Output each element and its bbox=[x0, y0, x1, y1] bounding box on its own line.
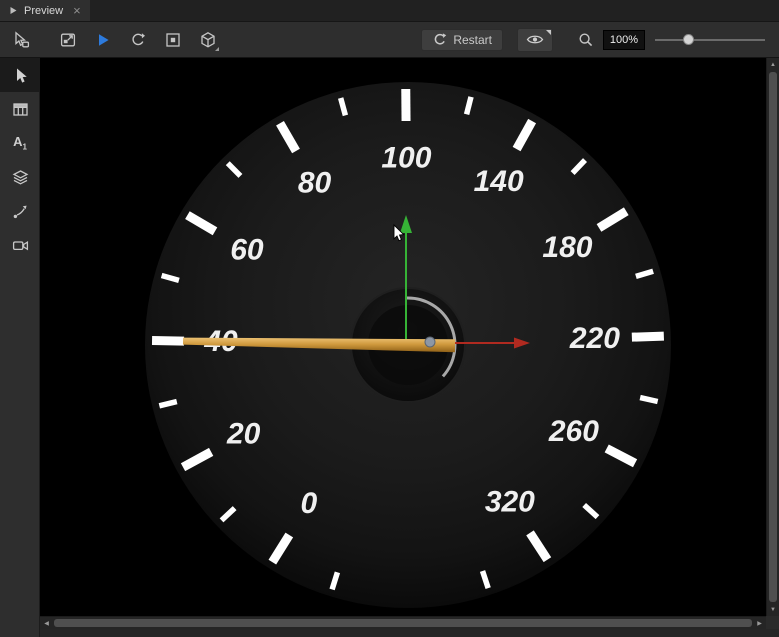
scroll-down-button[interactable]: ▼ bbox=[767, 603, 779, 616]
layers-icon bbox=[12, 169, 29, 186]
tab-preview[interactable]: Preview × bbox=[0, 0, 90, 21]
sidebar-item-text-tool[interactable]: A1 bbox=[0, 126, 40, 160]
tab-bar: Preview × bbox=[0, 0, 779, 22]
rotate-icon bbox=[129, 31, 147, 49]
restart-button[interactable]: Restart bbox=[421, 29, 503, 51]
restart-label: Restart bbox=[453, 33, 492, 47]
visibility-button[interactable] bbox=[517, 28, 553, 52]
horizontal-scrollbar-thumb[interactable] bbox=[54, 619, 752, 627]
svg-text:80: 80 bbox=[298, 167, 332, 200]
gauge-scene: 020406080100140180220260320 bbox=[40, 58, 766, 616]
scrollbar-corner bbox=[766, 616, 779, 629]
preview-canvas[interactable]: 020406080100140180220260320 bbox=[40, 58, 766, 616]
magnifier-icon bbox=[577, 31, 595, 49]
eye-icon bbox=[526, 33, 544, 46]
scroll-left-button[interactable]: ◀ bbox=[40, 617, 53, 629]
vertical-scrollbar[interactable]: ▲ ▼ bbox=[766, 58, 779, 616]
text-a1-icon: A1 bbox=[13, 134, 27, 152]
select-cursor-icon bbox=[12, 31, 30, 49]
toolbar-right-group: Restart bbox=[421, 27, 771, 53]
gizmo-origin-handle[interactable] bbox=[425, 337, 435, 347]
preview-window: Preview × bbox=[0, 0, 779, 637]
zoom-slider[interactable] bbox=[655, 27, 767, 53]
select-pointer-icon bbox=[12, 67, 29, 84]
svg-text:100: 100 bbox=[381, 142, 431, 175]
rotate-view-button[interactable] bbox=[125, 27, 151, 53]
preview-tab-icon bbox=[9, 6, 18, 15]
tab-close-icon[interactable]: × bbox=[73, 4, 81, 17]
scroll-right-button[interactable]: ▶ bbox=[753, 617, 766, 629]
preview-toolbar: Restart bbox=[0, 22, 779, 58]
zoom-button[interactable] bbox=[573, 27, 599, 53]
zoom-slider-handle[interactable] bbox=[683, 34, 694, 45]
restart-icon bbox=[432, 32, 447, 47]
svg-text:320: 320 bbox=[485, 485, 535, 518]
curve-arrow-icon bbox=[12, 203, 29, 220]
zoom-slider-track bbox=[655, 39, 765, 41]
fit-selected-button[interactable] bbox=[160, 27, 186, 53]
tab-label: Preview bbox=[24, 5, 63, 17]
horizontal-scrollbar[interactable]: ◀ ▶ bbox=[40, 616, 766, 629]
svg-text:60: 60 bbox=[230, 234, 264, 267]
cube-3d-button[interactable] bbox=[195, 27, 221, 53]
sidebar-item-table-view[interactable] bbox=[0, 92, 40, 126]
edit-component-button[interactable] bbox=[55, 27, 81, 53]
play-tool-button[interactable] bbox=[90, 27, 116, 53]
edit-component-icon bbox=[59, 31, 77, 49]
play-icon bbox=[94, 31, 112, 49]
vertical-scrollbar-thumb[interactable] bbox=[769, 72, 777, 602]
bottom-strip bbox=[40, 629, 779, 637]
scroll-up-button[interactable]: ▲ bbox=[767, 58, 779, 71]
camera-icon bbox=[12, 237, 29, 254]
zoom-level-field[interactable] bbox=[603, 30, 645, 50]
visibility-dropdown-icon[interactable] bbox=[546, 30, 551, 35]
dropdown-corner-icon bbox=[215, 47, 219, 51]
table-icon bbox=[12, 101, 29, 118]
svg-text:180: 180 bbox=[542, 231, 592, 264]
sidebar-item-curve-tool[interactable] bbox=[0, 194, 40, 228]
sidebar-item-layers[interactable] bbox=[0, 160, 40, 194]
tool-sidebar: A1 bbox=[0, 58, 40, 637]
svg-text:140: 140 bbox=[474, 165, 524, 198]
svg-text:260: 260 bbox=[548, 415, 599, 448]
select-mode-button[interactable] bbox=[8, 27, 34, 53]
sidebar-item-camera-view[interactable] bbox=[0, 228, 40, 262]
svg-text:0: 0 bbox=[301, 487, 318, 520]
svg-text:20: 20 bbox=[226, 418, 261, 451]
fit-selected-icon bbox=[164, 31, 182, 49]
svg-text:220: 220 bbox=[569, 322, 620, 355]
sidebar-item-select-tool[interactable] bbox=[0, 58, 40, 92]
